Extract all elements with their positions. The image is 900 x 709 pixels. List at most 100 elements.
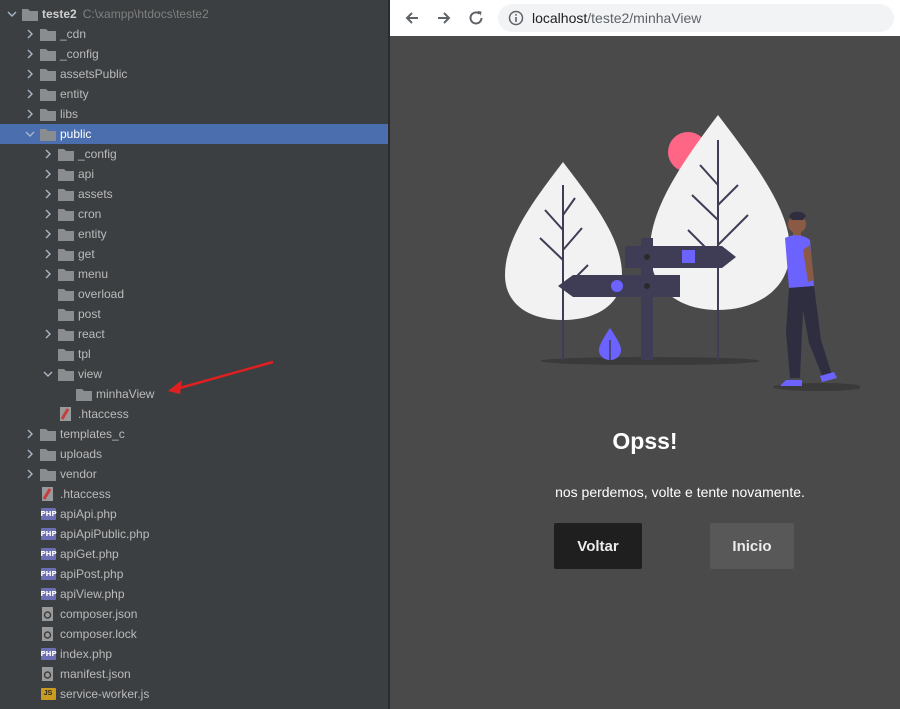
chevron-right-icon[interactable] xyxy=(42,248,54,260)
tree-item[interactable]: PHP apiPost.php xyxy=(0,564,388,584)
signpost-right xyxy=(625,246,736,268)
tree-item[interactable]: view xyxy=(0,364,388,384)
chevron-right-icon[interactable] xyxy=(24,48,36,60)
tree-item-label: react xyxy=(78,327,105,341)
chevron-down-icon[interactable] xyxy=(6,8,18,20)
php-badge: PHP xyxy=(40,568,57,580)
php-file-icon: PHP xyxy=(40,527,57,541)
tree-item-label: .htaccess xyxy=(60,487,111,501)
tree-item[interactable]: vendor xyxy=(0,464,388,484)
tree-item[interactable]: PHP apiGet.php xyxy=(0,544,388,564)
chevron-right-icon[interactable] xyxy=(42,168,54,180)
folder-icon xyxy=(58,247,74,261)
chevron-right-icon[interactable] xyxy=(24,108,36,120)
reload-button[interactable] xyxy=(462,4,490,32)
address-bar[interactable]: localhost/teste2/minhaView xyxy=(498,4,894,32)
back-nav-button[interactable]: Voltar xyxy=(554,523,642,569)
tree-item[interactable]: PHP apiApi.php xyxy=(0,504,388,524)
chevron-right-icon[interactable] xyxy=(42,188,54,200)
tree-item[interactable]: react xyxy=(0,324,388,344)
tree-item[interactable]: entity xyxy=(0,84,388,104)
chevron-right-icon[interactable] xyxy=(42,328,54,340)
tree-item-label: apiView.php xyxy=(60,587,125,601)
forward-button[interactable] xyxy=(430,4,458,32)
tree-item[interactable]: post xyxy=(0,304,388,324)
tree-item[interactable]: JS service-worker.js xyxy=(0,684,388,704)
tree-item[interactable]: cron xyxy=(0,204,388,224)
tree-item[interactable]: composer.json xyxy=(0,604,388,624)
home-button[interactable]: Inicio xyxy=(710,523,794,569)
tree-item[interactable]: manifest.json xyxy=(0,664,388,684)
tree-item-label: post xyxy=(78,307,101,321)
folder-icon xyxy=(58,287,74,301)
tree-item[interactable]: uploads xyxy=(0,444,388,464)
tree-item-label: composer.lock xyxy=(60,627,137,641)
tree-item[interactable]: tpl xyxy=(0,344,388,364)
back-button[interactable] xyxy=(398,4,426,32)
tree-item-label: _config xyxy=(60,47,99,61)
folder-icon xyxy=(40,87,56,101)
folder-icon xyxy=(40,47,56,61)
folder-icon xyxy=(58,207,74,221)
folder-icon xyxy=(58,327,74,341)
folder-icon xyxy=(40,467,56,481)
chevron-down-icon[interactable] xyxy=(42,368,54,380)
php-badge: PHP xyxy=(40,528,57,540)
tree-item-label: assets xyxy=(78,187,113,201)
php-file-icon: PHP xyxy=(40,507,57,521)
tree-item[interactable]: overload xyxy=(0,284,388,304)
tree-root[interactable]: teste2 C:\xampp\htdocs\teste2 xyxy=(0,4,388,24)
chevron-right-icon[interactable] xyxy=(24,468,36,480)
tree-item[interactable]: libs xyxy=(0,104,388,124)
tree-item[interactable]: composer.lock xyxy=(0,624,388,644)
tree-item[interactable]: .htaccess xyxy=(0,484,388,504)
tree-item[interactable]: menu xyxy=(0,264,388,284)
tree-item[interactable]: PHP index.php xyxy=(0,644,388,664)
tree-item-label: minhaView xyxy=(96,387,155,401)
htaccess-file-icon xyxy=(58,407,74,421)
chevron-right-icon[interactable] xyxy=(24,68,36,80)
tree-item[interactable]: public xyxy=(0,124,388,144)
tree-item[interactable]: _cdn xyxy=(0,24,388,44)
folder-icon xyxy=(58,307,74,321)
info-icon[interactable] xyxy=(508,10,524,26)
tree-item[interactable]: api xyxy=(0,164,388,184)
tree-item[interactable]: assets xyxy=(0,184,388,204)
json-file-icon xyxy=(40,627,56,641)
tree-item[interactable]: templates_c xyxy=(0,424,388,444)
tree-item[interactable]: minhaView xyxy=(0,384,388,404)
tree-item[interactable]: entity xyxy=(0,224,388,244)
tree-item[interactable]: _config xyxy=(0,144,388,164)
arrow-right-icon xyxy=(438,12,451,24)
php-file-icon: PHP xyxy=(40,567,57,581)
chevron-down-icon[interactable] xyxy=(24,128,36,140)
tree-item-label: _config xyxy=(78,147,117,161)
chevron-right-icon[interactable] xyxy=(24,28,36,40)
chevron-right-icon[interactable] xyxy=(42,208,54,220)
tree-item[interactable]: assetsPublic xyxy=(0,64,388,84)
tree-item[interactable]: _config xyxy=(0,44,388,64)
tree-item[interactable]: .htaccess xyxy=(0,404,388,424)
tree-item[interactable]: PHP apiApiPublic.php xyxy=(0,524,388,544)
tree-item-label: view xyxy=(78,367,103,381)
php-badge: PHP xyxy=(40,548,57,560)
tree-item-label: index.php xyxy=(60,647,113,661)
json-file-icon xyxy=(40,667,56,681)
chevron-right-icon[interactable] xyxy=(42,148,54,160)
tree-item[interactable]: get xyxy=(0,244,388,264)
htaccess-file-icon xyxy=(40,487,56,501)
chevron-right-icon[interactable] xyxy=(24,448,36,460)
tree-item-label: service-worker.js xyxy=(60,687,150,701)
chevron-right-icon[interactable] xyxy=(24,428,36,440)
chevron-right-icon[interactable] xyxy=(42,268,54,280)
chevron-right-icon[interactable] xyxy=(24,88,36,100)
tree-item[interactable]: PHP apiView.php xyxy=(0,584,388,604)
chevron-right-icon[interactable] xyxy=(42,228,54,240)
folder-icon xyxy=(58,367,74,381)
tree-item-label: api xyxy=(78,167,95,181)
